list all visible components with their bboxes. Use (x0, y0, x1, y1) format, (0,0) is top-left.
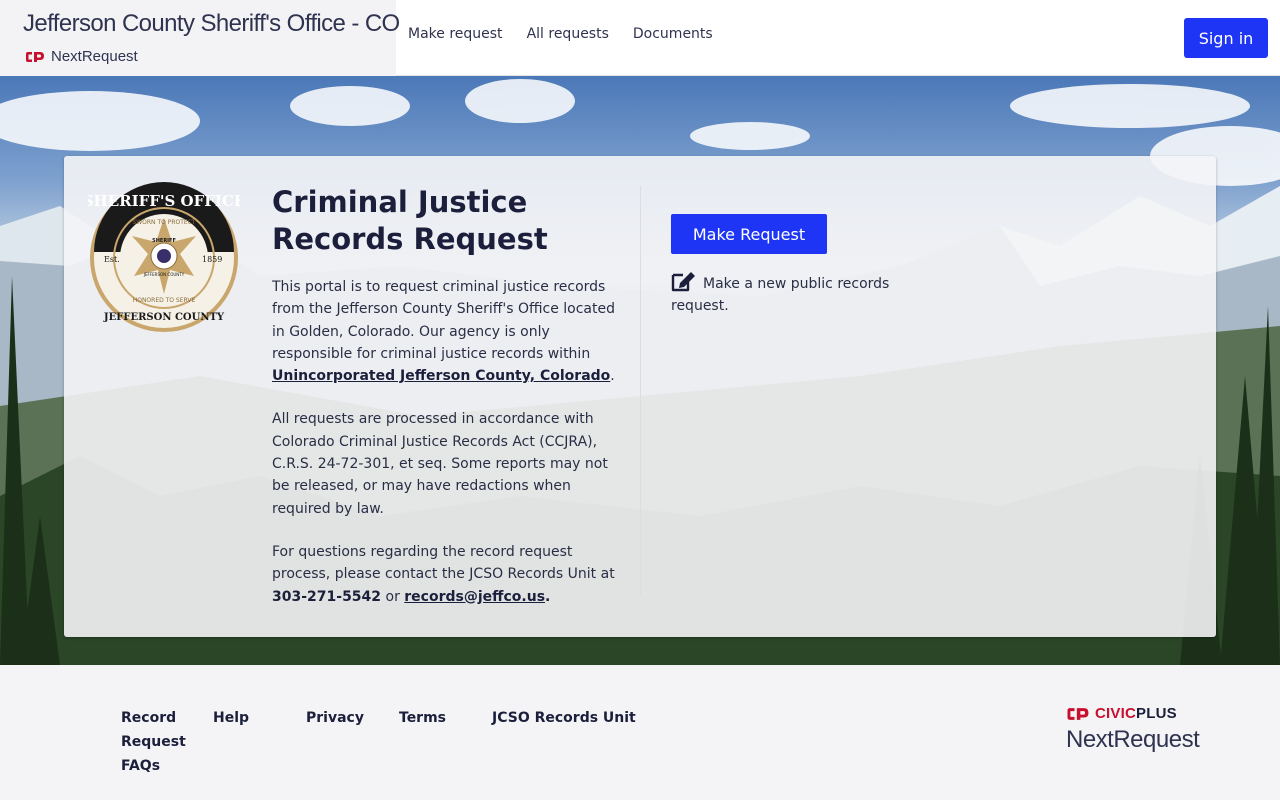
footer-link-terms[interactable]: Terms (399, 706, 446, 730)
intro-card: SHERIFF'S OFFICE SWORN TO PROTECT SHERIF… (64, 156, 1216, 637)
unincorporated-link[interactable]: Unincorporated Jefferson County, Colorad… (272, 368, 610, 384)
intro-paragraph-1: This portal is to request criminal justi… (272, 276, 628, 387)
civicplus-wordmark: CIVICPLUS (1095, 705, 1177, 722)
nextrequest-wordmark: NextRequest (1066, 726, 1200, 753)
civicplus-mark-icon (26, 51, 44, 62)
main-nav: Make request All requests Documents (408, 26, 737, 42)
intro-text-1: This portal is to request criminal justi… (272, 279, 615, 362)
intro-paragraph-3: For questions regarding the record reque… (272, 541, 628, 608)
civic-word: CIVIC (1095, 705, 1137, 722)
hero-section: SHERIFF'S OFFICE SWORN TO PROTECT SHERIF… (0, 76, 1280, 665)
seal-year-text: 1859 (202, 255, 222, 264)
make-request-description-text: Make a new public records request. (671, 276, 890, 314)
edit-icon (671, 272, 695, 292)
sign-in-button[interactable]: Sign in (1184, 18, 1268, 58)
brand-name: NextRequest (51, 48, 138, 65)
phone-number: 303-271-5542 (272, 588, 382, 605)
nextrequest-logo[interactable]: NextRequest (25, 48, 138, 65)
seal-inner-bottom-text: HONORED TO SERVE (133, 297, 196, 304)
sheriff-seal-logo: SHERIFF'S OFFICE SWORN TO PROTECT SHERIF… (88, 182, 240, 332)
footer-link-privacy[interactable]: Privacy (306, 706, 364, 730)
nav-all-requests[interactable]: All requests (527, 26, 609, 42)
page-title: Criminal Justice Records Request (272, 185, 548, 256)
card-divider (640, 186, 641, 596)
footer-link-records-unit[interactable]: JCSO Records Unit (492, 706, 636, 730)
email-link[interactable]: records@jeffco.us (404, 589, 545, 605)
seal-inner-top-text: SWORN TO PROTECT (132, 219, 195, 226)
site-header: Jefferson County Sheriff's Office - CO N… (0, 0, 1280, 76)
make-request-button[interactable]: Make Request (671, 214, 827, 254)
civicplus-logo[interactable]: CIVICPLUS NextRequest (1066, 705, 1200, 754)
intro-text: This portal is to request criminal justi… (272, 276, 628, 629)
seal-badge-top-text: SHERIFF (152, 238, 176, 244)
brand-block: Jefferson County Sheriff's Office - CO N… (0, 0, 400, 76)
footer-link-help[interactable]: Help (213, 706, 249, 730)
civicplus-mark-icon (1067, 707, 1089, 720)
seal-top-text: SHERIFF'S OFFICE (88, 192, 240, 210)
intro-text-3-end: . (545, 588, 551, 605)
nav-make-request[interactable]: Make request (408, 26, 503, 42)
nav-documents[interactable]: Documents (633, 26, 713, 42)
intro-text-3: For questions regarding the record reque… (272, 543, 615, 583)
site-title[interactable]: Jefferson County Sheriff's Office - CO (23, 10, 400, 38)
seal-bottom-text: JEFFERSON COUNTY (103, 312, 225, 323)
intro-paragraph-2: All requests are processed in accordance… (272, 411, 608, 517)
intro-text-1-end: . (610, 368, 615, 385)
make-request-description: Make a new public records request. (671, 270, 911, 317)
seal-est-text: Est. (104, 255, 120, 264)
plus-word: PLUS (1136, 705, 1177, 722)
footer-link-faqs[interactable]: Record Request FAQs (121, 706, 186, 778)
site-footer: Record Request FAQs Help Privacy Terms J… (0, 665, 1280, 800)
seal-badge-bottom-text: JEFFERSON COUNTY (143, 272, 185, 277)
intro-text-or: or (381, 588, 405, 605)
